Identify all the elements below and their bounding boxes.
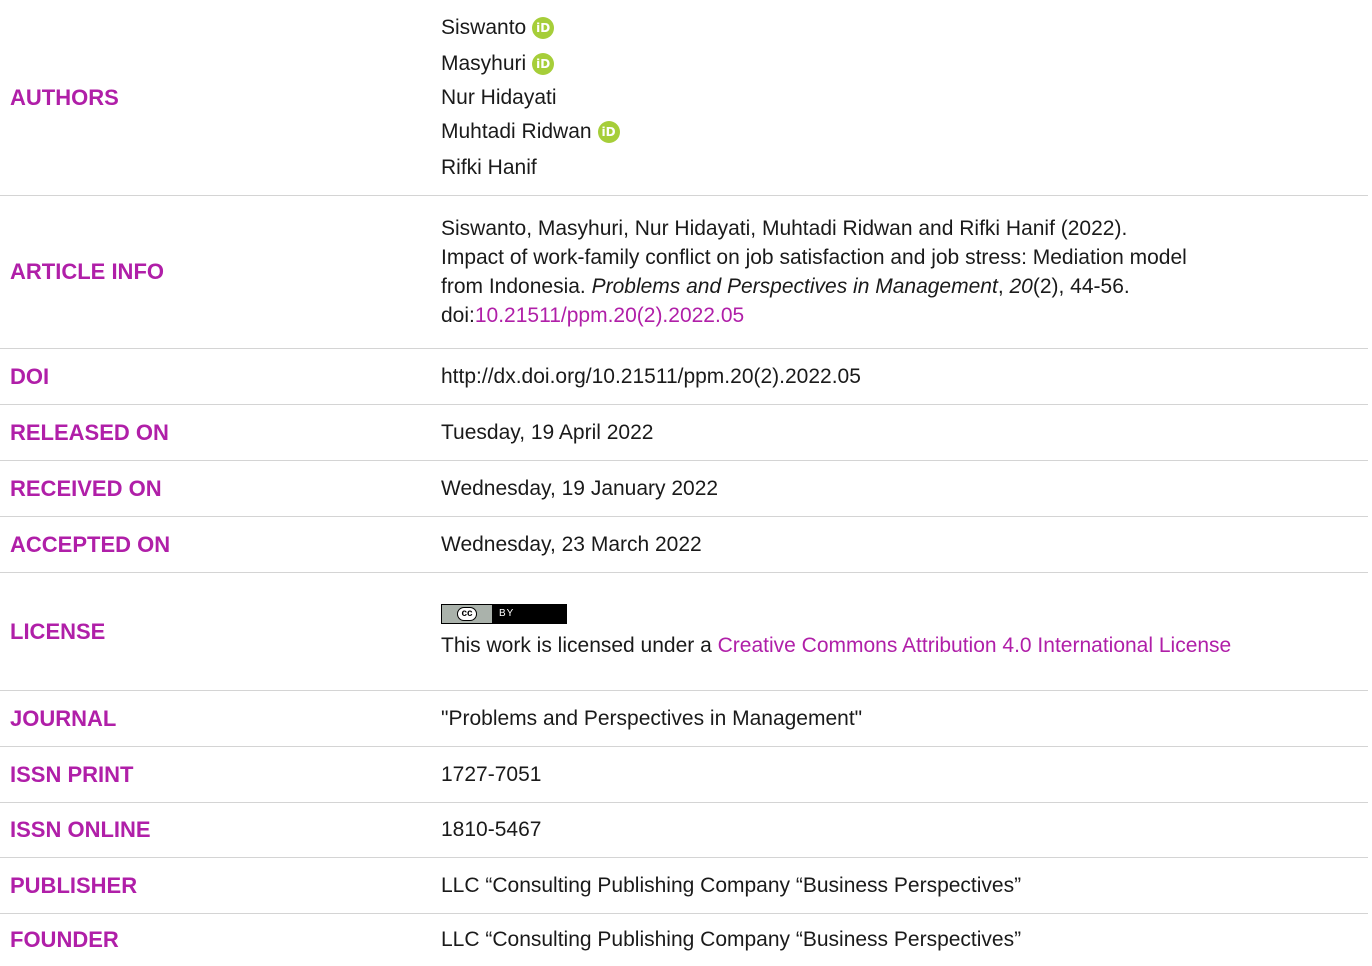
author-name[interactable]: Muhtadi Ridwan	[441, 114, 592, 150]
journal-row: JOURNAL "Problems and Perspectives in Ma…	[0, 691, 1368, 747]
citation-line: doi:10.21511/ppm.20(2).2022.05	[441, 301, 1338, 330]
author-item: Siswanto iD	[441, 10, 1338, 46]
license-row: LICENSE cc BY This work is licensed unde…	[0, 573, 1368, 691]
received-row: RECEIVED ON Wednesday, 19 January 2022	[0, 461, 1368, 517]
author-name[interactable]: Nur Hidayati	[441, 84, 557, 112]
cc-by-badge-icon[interactable]: cc BY	[441, 604, 567, 624]
issn-online-row: ISSN ONLINE 1810-5467	[0, 803, 1368, 858]
author-item: Nur Hidayati	[441, 82, 1338, 114]
authors-list: Siswanto iD Masyhuri iD Nur Hidayati Muh…	[441, 10, 1368, 186]
issn-online-value: 1810-5467	[441, 818, 542, 841]
citation-line: Impact of work-family conflict on job sa…	[441, 246, 1187, 269]
article-metadata-table: AUTHORS Siswanto iD Masyhuri iD Nur Hida…	[0, 0, 1368, 966]
accepted-label: ACCEPTED ON	[10, 531, 171, 557]
cc-by-text: BY	[493, 605, 566, 623]
orcid-icon[interactable]: iD	[532, 16, 555, 39]
citation-line: Siswanto, Masyhuri, Nur Hidayati, Muhtad…	[441, 217, 1128, 240]
citation-volume: 20	[1009, 275, 1033, 298]
article-citation: Siswanto, Masyhuri, Nur Hidayati, Muhtad…	[441, 214, 1368, 330]
license-value: cc BY This work is licensed under a Crea…	[441, 602, 1368, 661]
founder-value: LLC “Consulting Publishing Company “Busi…	[441, 928, 1022, 951]
publisher-row: PUBLISHER LLC “Consulting Publishing Com…	[0, 858, 1368, 914]
citation-line: from Indonesia. Problems and Perspective…	[441, 272, 1338, 301]
citation-comma: ,	[997, 275, 1010, 298]
license-statement: This work is licensed under a Creative C…	[441, 630, 1338, 661]
founder-row: FOUNDER LLC “Consulting Publishing Compa…	[0, 914, 1368, 966]
author-item: Rifki Hanif	[441, 150, 1338, 186]
license-link[interactable]: Creative Commons Attribution 4.0 Interna…	[718, 634, 1232, 657]
issn-online-label: ISSN ONLINE	[10, 817, 151, 842]
received-value: Wednesday, 19 January 2022	[441, 476, 719, 500]
accepted-row: ACCEPTED ON Wednesday, 23 March 2022	[0, 517, 1368, 573]
doi-value[interactable]: http://dx.doi.org/10.21511/ppm.20(2).202…	[441, 362, 1368, 392]
citation-doi-link[interactable]: 10.21511/ppm.20(2).2022.05	[475, 304, 744, 327]
cc-logo-icon: cc	[442, 605, 493, 623]
publisher-value: LLC “Consulting Publishing Company “Busi…	[441, 873, 1022, 897]
released-label: RELEASED ON	[10, 419, 169, 445]
cc-logo-text: cc	[457, 607, 477, 621]
citation-journal: Problems and Perspectives in Management	[591, 275, 998, 298]
doi-prefix: doi:	[441, 304, 475, 327]
author-item: Masyhuri iD	[441, 46, 1338, 82]
journal-label: JOURNAL	[10, 705, 117, 731]
orcid-icon[interactable]: iD	[532, 52, 555, 75]
doi-row: DOI http://dx.doi.org/10.21511/ppm.20(2)…	[0, 349, 1368, 405]
citation-issue-pages: (2), 44-56.	[1032, 275, 1130, 298]
article-info-row: ARTICLE INFO Siswanto, Masyhuri, Nur Hid…	[0, 196, 1368, 349]
received-label: RECEIVED ON	[10, 475, 162, 501]
released-row: RELEASED ON Tuesday, 19 April 2022	[0, 405, 1368, 461]
accepted-value: Wednesday, 23 March 2022	[441, 532, 702, 556]
author-item: Muhtadi Ridwan iD	[441, 114, 1338, 150]
author-name[interactable]: Rifki Hanif	[441, 150, 537, 186]
issn-print-value: 1727-7051	[441, 762, 542, 786]
author-name[interactable]: Siswanto	[441, 10, 526, 46]
doi-label: DOI	[10, 363, 50, 389]
orcid-icon[interactable]: iD	[597, 120, 620, 143]
license-text: This work is licensed under a	[441, 634, 718, 657]
authors-row: AUTHORS Siswanto iD Masyhuri iD Nur Hida…	[0, 0, 1368, 196]
journal-value: "Problems and Perspectives in Management…	[441, 706, 863, 730]
article-info-label: ARTICLE INFO	[10, 259, 164, 284]
issn-print-label: ISSN PRINT	[10, 761, 134, 787]
author-name[interactable]: Masyhuri	[441, 46, 526, 82]
citation-text: from Indonesia.	[441, 275, 592, 298]
issn-print-row: ISSN PRINT 1727-7051	[0, 747, 1368, 803]
founder-label: FOUNDER	[10, 927, 119, 952]
released-value: Tuesday, 19 April 2022	[441, 420, 654, 444]
publisher-label: PUBLISHER	[10, 872, 138, 898]
license-label: LICENSE	[10, 618, 106, 644]
authors-label: AUTHORS	[10, 84, 119, 110]
